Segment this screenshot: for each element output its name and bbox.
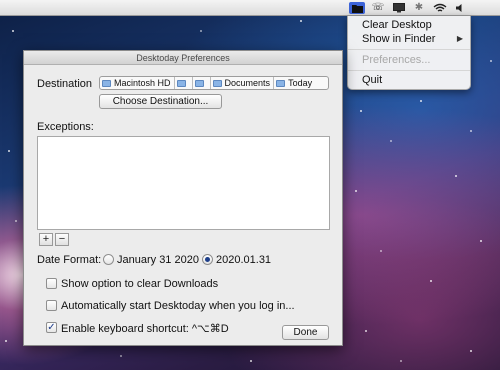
- date-format-radio-long[interactable]: [103, 254, 114, 265]
- checkbox-label[interactable]: Show option to clear Downloads: [61, 278, 218, 290]
- path-crumb-label: Macintosh HD: [114, 78, 171, 88]
- choose-destination-button[interactable]: Choose Destination...: [99, 94, 222, 109]
- add-exception-button[interactable]: +: [39, 233, 53, 246]
- menu-item-label: Quit: [362, 74, 383, 86]
- keyboard-shortcut-checkbox[interactable]: ✓: [46, 322, 57, 333]
- folder-icon: [176, 79, 186, 87]
- desktoday-menu-icon[interactable]: [349, 2, 365, 14]
- path-crumb-label: Today: [288, 78, 313, 88]
- auto-start-checkbox[interactable]: [46, 300, 57, 311]
- folder-icon: [351, 4, 363, 13]
- show-clear-downloads-checkbox[interactable]: [46, 278, 57, 289]
- preferences-window: Desktoday Preferences Destination Macint…: [23, 50, 343, 346]
- wifi-icon[interactable]: [432, 2, 448, 14]
- drive-icon: [102, 79, 111, 87]
- volume-icon[interactable]: [454, 2, 466, 14]
- path-crumb[interactable]: [175, 77, 193, 89]
- done-button[interactable]: Done: [282, 325, 329, 340]
- path-crumb[interactable]: Documents: [211, 77, 275, 89]
- date-format-label: Date Format:: [37, 254, 102, 266]
- folder-icon: [276, 79, 286, 87]
- exceptions-list[interactable]: [37, 136, 330, 230]
- menu-separator: [348, 70, 470, 71]
- path-crumb[interactable]: Macintosh HD: [100, 77, 175, 89]
- menu-separator: [348, 49, 470, 50]
- checkbox-label[interactable]: Enable keyboard shortcut: ^⌥⌘D: [61, 322, 229, 335]
- phone-icon[interactable]: ☏: [372, 2, 385, 14]
- menu-item-label: Show in Finder: [362, 33, 436, 45]
- path-crumb-label: Documents: [224, 78, 271, 88]
- menu-item-quit[interactable]: Quit: [348, 73, 470, 87]
- path-crumb[interactable]: Today: [274, 77, 315, 89]
- exceptions-label: Exceptions:: [37, 121, 94, 133]
- folder-icon: [194, 79, 204, 87]
- bluetooth-icon[interactable]: ✱: [414, 2, 424, 14]
- destination-label: Destination: [37, 78, 93, 90]
- remove-exception-button[interactable]: −: [55, 233, 69, 246]
- submenu-arrow-icon: ▶: [456, 34, 463, 43]
- menu-item-label: Preferences...: [362, 54, 431, 66]
- window-title[interactable]: Desktoday Preferences: [24, 51, 342, 65]
- display-icon[interactable]: [392, 2, 406, 14]
- date-format-option-label[interactable]: January 31 2020: [117, 254, 199, 266]
- menu-item-show-in-finder[interactable]: Show in Finder ▶: [348, 32, 470, 46]
- folder-icon: [212, 79, 222, 87]
- path-crumb[interactable]: [193, 77, 211, 89]
- checkbox-label[interactable]: Automatically start Desktoday when you l…: [61, 300, 295, 312]
- menu-item-preferences[interactable]: Preferences...: [348, 53, 470, 67]
- date-format-radio-short[interactable]: [202, 254, 213, 265]
- date-format-option-label[interactable]: 2020.01.31: [216, 254, 271, 266]
- checkmark-icon: ✓: [47, 322, 56, 333]
- destination-path-control[interactable]: Macintosh HD Documents Today: [99, 76, 329, 90]
- menu-bar: ☏ ✱: [0, 0, 500, 16]
- menu-item-clear-desktop[interactable]: Clear Desktop: [348, 18, 470, 32]
- menu-item-label: Clear Desktop: [362, 19, 432, 31]
- status-menu-dropdown: Clear Desktop Show in Finder ▶ Preferenc…: [347, 16, 471, 90]
